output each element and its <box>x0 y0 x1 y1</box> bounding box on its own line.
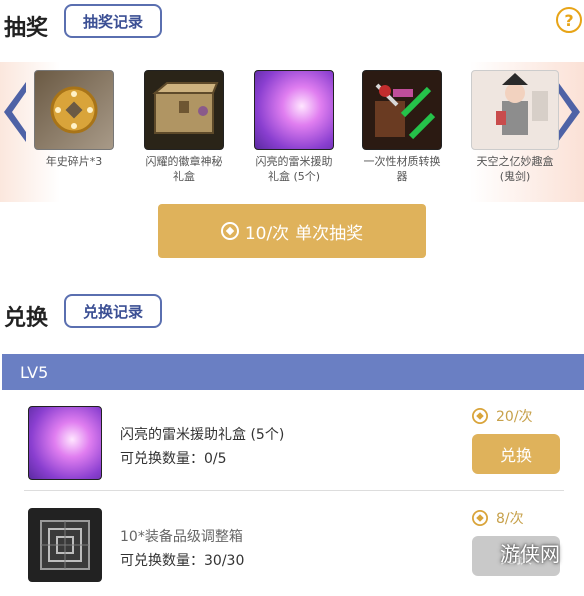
exchange-item: 10*装备品级调整箱 可兑换数量：30/30 8/次 兑换 <box>2 494 584 596</box>
adjustment-box-icon <box>28 508 102 582</box>
coin-icon <box>472 510 488 526</box>
prize-caption: 天空之亿妙趣盒(鬼剑) <box>476 155 554 183</box>
item-price-value: 20/次 <box>496 409 533 425</box>
level-label: LV5 <box>20 362 49 382</box>
prize-item[interactable]: 年史碎片*3 <box>34 70 114 169</box>
purple-box-icon <box>254 70 334 150</box>
item-price: 8/次 <box>472 508 524 528</box>
exchange-item: 闪亮的雷米援助礼盒 (5个) 可兑换数量：0/5 20/次 兑换 <box>2 392 584 494</box>
prize-item[interactable]: 闪耀的徽章神秘礼盒 <box>144 70 224 184</box>
level-bar: LV5 <box>2 354 584 390</box>
chevron-left-icon[interactable] <box>2 82 28 142</box>
coin-icon <box>220 222 239 240</box>
coin-icon <box>472 408 488 424</box>
item-quantity: 可兑换数量：0/5 <box>120 451 227 467</box>
prize-item[interactable]: 天空之亿妙趣盒(鬼剑) <box>470 70 560 184</box>
item-name: 10*装备品级调整箱 <box>120 529 243 545</box>
converter-icon <box>362 70 442 150</box>
exchange-button[interactable]: 兑换 <box>472 434 560 474</box>
prize-item[interactable]: 一次性材质转换器 <box>362 70 442 184</box>
prize-item[interactable]: 闪亮的雷米援助礼盒 (5个) <box>254 70 334 184</box>
prize-caption: 一次性材质转换器 <box>363 155 441 183</box>
divider <box>24 490 564 491</box>
figure-icon <box>471 70 559 150</box>
exchange-record-button[interactable]: 兑换记录 <box>64 294 162 328</box>
purple-box-icon <box>28 406 102 480</box>
chest-icon <box>144 70 224 150</box>
watermark: 游侠网 <box>500 542 560 566</box>
lottery-title: 抽奖 <box>4 16 49 41</box>
prize-caption: 闪耀的徽章神秘礼盒 <box>145 155 223 183</box>
draw-label: 单次抽奖 <box>295 223 364 244</box>
item-price-value: 8/次 <box>496 511 524 527</box>
single-draw-button[interactable]: 10/次 单次抽奖 <box>158 204 426 258</box>
prize-caption: 闪亮的雷米援助礼盒 (5个) <box>255 155 333 183</box>
item-quantity: 可兑换数量：30/30 <box>120 553 245 569</box>
item-price: 20/次 <box>472 406 533 426</box>
lottery-record-button[interactable]: 抽奖记录 <box>64 4 162 38</box>
item-name: 闪亮的雷米援助礼盒 (5个) <box>120 427 285 443</box>
coin-icon <box>34 70 114 150</box>
help-icon[interactable]: ? <box>556 7 582 33</box>
prize-caption: 年史碎片*3 <box>45 155 103 168</box>
exchange-title: 兑换 <box>4 306 49 331</box>
draw-cost: 10/次 <box>244 223 290 244</box>
